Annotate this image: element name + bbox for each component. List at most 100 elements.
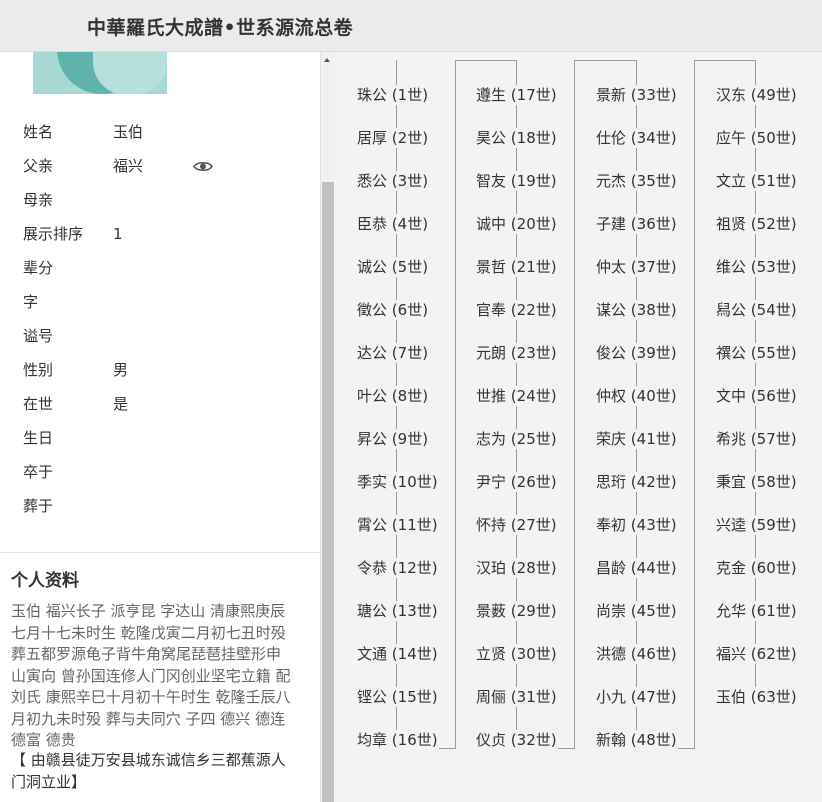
generation-node[interactable]: 元杰 (35世) xyxy=(595,171,678,191)
generation-node[interactable]: 昇公 (9世) xyxy=(356,429,430,449)
generation-node[interactable]: 昌龄 (44世) xyxy=(595,558,678,578)
generation-node[interactable]: 祖贤 (52世) xyxy=(715,214,798,234)
generation-node[interactable]: 尚崇 (45世) xyxy=(595,601,678,621)
generation-name: 兴逵 xyxy=(716,516,747,534)
generation-number: (23世) xyxy=(510,344,557,362)
generation-name: 智友 xyxy=(476,172,507,190)
generation-node[interactable]: 尹宁 (26世) xyxy=(475,472,558,492)
generation-number: (49世) xyxy=(750,86,797,104)
connector-top xyxy=(695,60,755,61)
info-row: 谥号 xyxy=(23,326,303,360)
generation-node[interactable]: 均章 (16世) xyxy=(356,730,439,750)
generation-node[interactable]: 诚中 (20世) xyxy=(475,214,558,234)
generation-number: (62世) xyxy=(750,645,797,663)
generation-name: 悉公 xyxy=(357,172,388,190)
generation-node[interactable]: 允华 (61世) xyxy=(715,601,798,621)
generation-number: (32世) xyxy=(510,731,557,749)
generation-node[interactable]: 禩公 (55世) xyxy=(715,343,798,363)
profile-origin-line: 【 由赣县徒万安县城东诚信乡三都蕉源人 xyxy=(11,751,286,769)
generation-node[interactable]: 子建 (36世) xyxy=(595,214,678,234)
generation-number: (58世) xyxy=(750,473,797,491)
info-row: 姓名 玉伯 xyxy=(23,122,303,156)
generation-node[interactable]: 元朗 (23世) xyxy=(475,343,558,363)
generation-node[interactable]: 景新 (33世) xyxy=(595,85,678,105)
generation-node[interactable]: 舄公 (54世) xyxy=(715,300,798,320)
generation-name: 季实 xyxy=(357,473,388,491)
generation-node[interactable]: 兴逵 (59世) xyxy=(715,515,798,535)
scroll-up-arrow-icon[interactable] xyxy=(324,58,330,62)
generation-node[interactable]: 汉珀 (28世) xyxy=(475,558,558,578)
generation-number: (60世) xyxy=(750,559,797,577)
generation-node[interactable]: 荣庆 (41世) xyxy=(595,429,678,449)
generation-node[interactable]: 福兴 (62世) xyxy=(715,644,798,664)
generation-node[interactable]: 仕伦 (34世) xyxy=(595,128,678,148)
eye-icon[interactable] xyxy=(193,160,213,173)
generation-number: (53世) xyxy=(750,258,797,276)
generation-node[interactable]: 汉东 (49世) xyxy=(715,85,798,105)
generation-node[interactable]: 铿公 (15世) xyxy=(356,687,439,707)
info-value: 男 xyxy=(113,361,129,379)
generation-number: (26世) xyxy=(510,473,557,491)
generation-name: 志为 xyxy=(476,430,507,448)
generation-node[interactable]: 文立 (51世) xyxy=(715,171,798,191)
generation-node[interactable]: 立贤 (30世) xyxy=(475,644,558,664)
generation-number: (33世) xyxy=(630,86,677,104)
generation-node[interactable]: 瑭公 (13世) xyxy=(356,601,439,621)
generation-node[interactable]: 悉公 (3世) xyxy=(356,171,430,191)
generation-node[interactable]: 玉伯 (63世) xyxy=(715,687,798,707)
generation-node[interactable]: 仲权 (40世) xyxy=(595,386,678,406)
generation-node[interactable]: 怀持 (27世) xyxy=(475,515,558,535)
generation-node[interactable]: 周俪 (31世) xyxy=(475,687,558,707)
generation-node[interactable]: 俊公 (39世) xyxy=(595,343,678,363)
generation-node[interactable]: 维公 (53世) xyxy=(715,257,798,277)
generation-number: (38世) xyxy=(630,301,677,319)
generation-node[interactable]: 洪德 (46世) xyxy=(595,644,678,664)
generation-node[interactable]: 诚公 (5世) xyxy=(356,257,430,277)
generation-node[interactable]: 志为 (25世) xyxy=(475,429,558,449)
generation-node[interactable]: 小九 (47世) xyxy=(595,687,678,707)
generation-node[interactable]: 季实 (10世) xyxy=(356,472,439,492)
generation-node[interactable]: 文通 (14世) xyxy=(356,644,439,664)
generation-node[interactable]: 居厚 (2世) xyxy=(356,128,430,148)
generation-node[interactable]: 谋公 (38世) xyxy=(595,300,678,320)
info-label: 谥号 xyxy=(23,327,54,345)
generation-node[interactable]: 官奉 (22世) xyxy=(475,300,558,320)
generation-node[interactable]: 奉初 (43世) xyxy=(595,515,678,535)
generation-node[interactable]: 仲太 (37世) xyxy=(595,257,678,277)
profile-text: 玉伯 福兴长子 派亨昆 字达山 清康熙庚辰 七月十七未时生 乾隆戊寅二月初七丑时殁… xyxy=(11,601,311,752)
generation-node[interactable]: 珠公 (1世) xyxy=(356,85,430,105)
generation-node[interactable]: 徵公 (6世) xyxy=(356,300,430,320)
generation-number: (20世) xyxy=(510,215,557,233)
generation-node[interactable]: 令恭 (12世) xyxy=(356,558,439,578)
generation-node[interactable]: 叶公 (8世) xyxy=(356,386,430,406)
generation-node[interactable]: 霄公 (11世) xyxy=(356,515,439,535)
generation-node[interactable]: 新翰 (48世) xyxy=(595,730,678,750)
generation-node[interactable]: 臣恭 (4世) xyxy=(356,214,430,234)
left-panel-scrollbar[interactable] xyxy=(320,52,334,802)
generation-node[interactable]: 遵生 (17世) xyxy=(475,85,558,105)
generation-node[interactable]: 智友 (19世) xyxy=(475,171,558,191)
generation-node[interactable]: 景哲 (21世) xyxy=(475,257,558,277)
scroll-thumb[interactable] xyxy=(322,182,334,802)
generation-node[interactable]: 应午 (50世) xyxy=(715,128,798,148)
generation-node[interactable]: 仪贞 (32世) xyxy=(475,730,558,750)
generation-node[interactable]: 思珩 (42世) xyxy=(595,472,678,492)
generation-node[interactable]: 文中 (56世) xyxy=(715,386,798,406)
generation-node[interactable]: 世推 (24世) xyxy=(475,386,558,406)
info-row: 在世 是 xyxy=(23,394,303,428)
generation-node[interactable]: 希兆 (57世) xyxy=(715,429,798,449)
connector-top xyxy=(575,60,636,61)
generation-node[interactable]: 秉宜 (58世) xyxy=(715,472,798,492)
generation-node[interactable]: 达公 (7世) xyxy=(356,343,430,363)
generation-node[interactable]: 克金 (60世) xyxy=(715,558,798,578)
generation-number: (54世) xyxy=(750,301,797,319)
generation-node[interactable]: 景薮 (29世) xyxy=(475,601,558,621)
generation-number: (9世) xyxy=(391,430,429,448)
generation-node[interactable]: 昊公 (18世) xyxy=(475,128,558,148)
info-label: 辈分 xyxy=(23,259,54,277)
profile-line: 月初九未时殁 葬与夫同穴 子四 德兴 德连 xyxy=(11,709,286,728)
generation-name: 尚崇 xyxy=(596,602,627,620)
generation-name: 景哲 xyxy=(476,258,507,276)
info-label: 卒于 xyxy=(23,463,54,481)
generation-name: 维公 xyxy=(716,258,747,276)
